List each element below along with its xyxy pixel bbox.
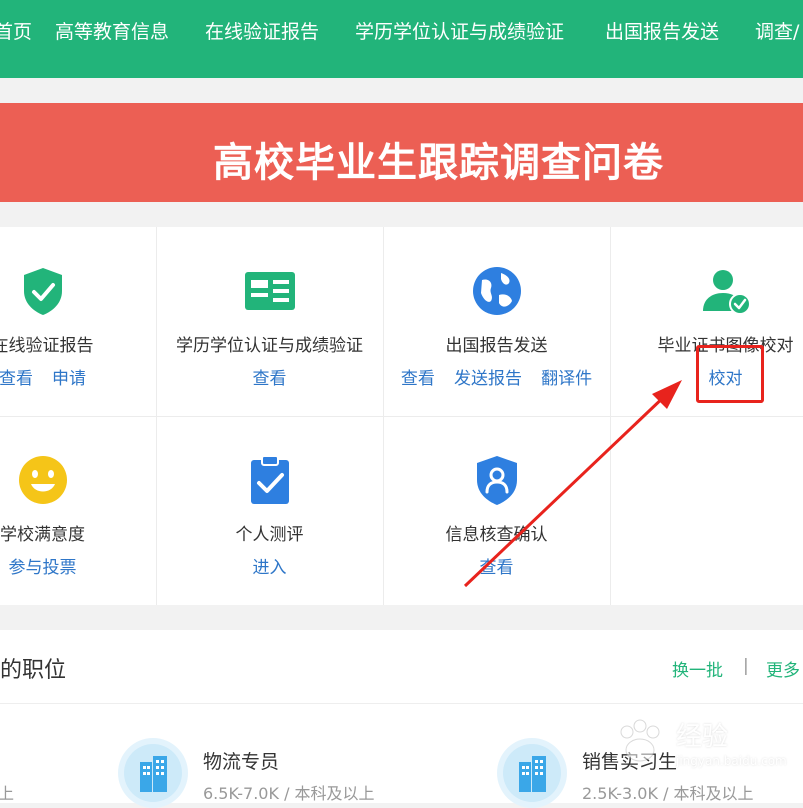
- view-link[interactable]: 查看: [480, 558, 514, 578]
- service-title: 学校满意度: [0, 525, 85, 545]
- id-card-icon: [242, 263, 298, 319]
- service-title: 出国报告发送: [445, 336, 548, 356]
- user-shield-icon: [469, 452, 525, 508]
- service-overseas-report: 出国报告发送 查看 发送报告 翻译件: [383, 227, 610, 416]
- building-icon: [497, 738, 567, 808]
- service-degree-certification: 学历学位认证与成绩验证 查看: [156, 227, 383, 416]
- refresh-batch-link[interactable]: 换一批: [672, 656, 723, 681]
- survey-banner[interactable]: 高校毕业生跟踪调查问卷: [0, 103, 803, 202]
- service-title: 在线验证报告: [0, 336, 94, 356]
- service-school-satisfaction: 学校满意度 参与投票: [0, 416, 156, 605]
- view-link[interactable]: 查看: [253, 369, 287, 389]
- banner-title: 高校毕业生跟踪调查问卷: [213, 140, 664, 186]
- translation-link[interactable]: 翻译件: [541, 369, 592, 389]
- building-icon: [118, 738, 188, 808]
- watermark-text: 经验: [676, 722, 729, 752]
- annotation-highlight-box: [696, 345, 764, 403]
- nav-item-home[interactable]: 首页: [0, 17, 32, 44]
- divider: [0, 703, 803, 704]
- globe-icon: [469, 263, 525, 319]
- enter-link[interactable]: 进入: [253, 558, 287, 578]
- more-link[interactable]: 更多: [766, 656, 800, 681]
- job-meta-partial: 上: [0, 784, 15, 803]
- nav-item-overseas-report[interactable]: 出国报告发送: [605, 17, 719, 44]
- top-nav: 首页 高等教育信息 在线验证报告 学历学位认证与成绩验证 出国报告发送 调查/: [0, 0, 803, 78]
- watermark: 经验 jingyan.baidu.com: [610, 712, 790, 782]
- view-link[interactable]: 查看: [401, 369, 435, 389]
- watermark-url: jingyan.baidu.com: [676, 754, 787, 768]
- smiley-icon: [15, 452, 71, 508]
- nav-item-online-verification[interactable]: 在线验证报告: [205, 17, 319, 44]
- service-title: 个人测评: [235, 525, 304, 545]
- nav-item-survey[interactable]: 调查/: [755, 17, 799, 44]
- jobs-title: 你的职位: [0, 658, 67, 683]
- view-link[interactable]: 查看: [0, 369, 33, 389]
- vote-link[interactable]: 参与投票: [9, 558, 77, 578]
- service-title: 学历学位认证与成绩验证: [176, 336, 363, 356]
- job-card[interactable]: 物流专员 6.5K-7.0K / 本科及以上: [118, 738, 418, 808]
- user-check-icon: [698, 263, 754, 319]
- job-meta-separator: /: [284, 784, 290, 803]
- job-name: 物流专员: [203, 751, 280, 773]
- send-report-link[interactable]: 发送报告: [454, 369, 522, 389]
- nav-item-degree-certification[interactable]: 学历学位认证与成绩验证: [355, 17, 564, 44]
- service-personal-assessment: 个人测评 进入: [156, 416, 383, 605]
- service-title: 信息核查确认: [445, 525, 548, 545]
- job-salary: 6.5K-7.0K: [203, 784, 279, 803]
- job-meta-separator: /: [663, 784, 669, 803]
- shield-check-icon: [15, 263, 71, 319]
- clipboard-check-icon: [242, 452, 298, 508]
- job-meta: 6.5K-7.0K / 本科及以上: [203, 780, 375, 804]
- job-education: 本科及以上: [673, 784, 754, 803]
- service-info-verification: 信息核查确认 查看: [383, 416, 610, 605]
- separator: |: [743, 656, 749, 676]
- paw-logo-icon: [620, 719, 660, 762]
- service-online-verification: 在线验证报告 查看 申请: [0, 227, 156, 416]
- job-meta: 2.5K-3.0K / 本科及以上: [582, 780, 754, 804]
- job-education: 本科及以上: [294, 784, 375, 803]
- apply-link[interactable]: 申请: [52, 369, 86, 389]
- services-grid: 在线验证报告 查看 申请 学历学位认证与成绩验证 查看 出国报告发送 查看 发送…: [0, 227, 803, 605]
- job-salary: 2.5K-3.0K: [582, 784, 658, 803]
- nav-item-higher-education[interactable]: 高等教育信息: [55, 17, 169, 44]
